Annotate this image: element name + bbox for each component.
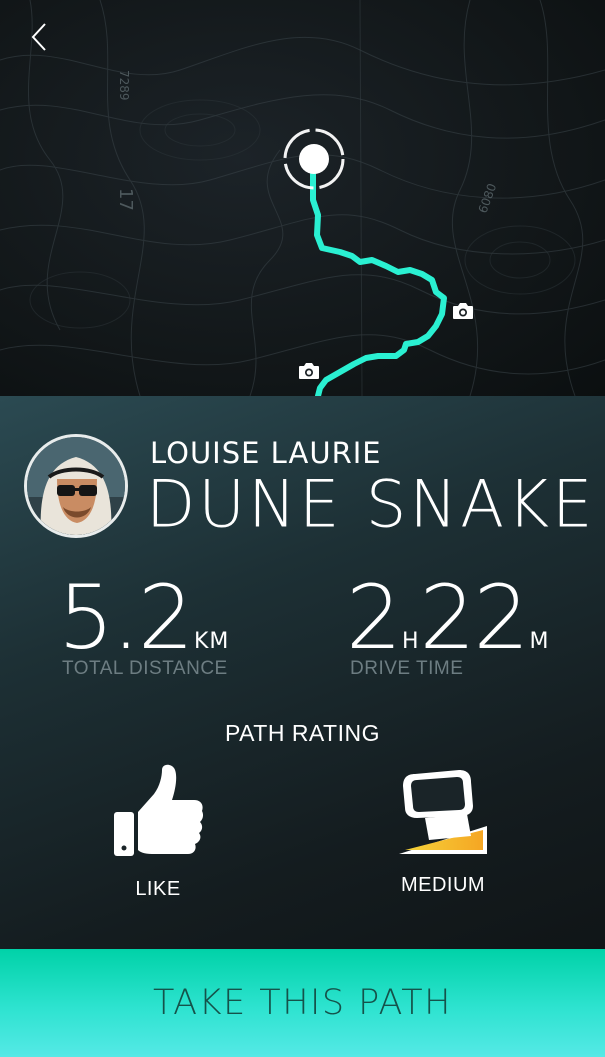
path-rating-heading: PATH RATING xyxy=(225,720,380,746)
difficulty-rating[interactable]: MEDIUM xyxy=(363,764,523,897)
drive-time-hours: 2 xyxy=(346,566,402,669)
difficulty-label: MEDIUM xyxy=(400,874,486,896)
distance-value: 5.2 xyxy=(58,566,194,669)
drive-time-hours-unit: H xyxy=(402,629,420,654)
distance-label: TOTAL DISTANCE xyxy=(62,658,228,679)
user-name: LOUISE LAURIE xyxy=(150,436,382,470)
photo-marker[interactable] xyxy=(452,302,474,320)
route-line xyxy=(310,157,447,396)
route-map[interactable]: 7289 17 6080 xyxy=(0,0,605,396)
drive-time-minutes-unit: M xyxy=(529,629,550,654)
thumbs-up-icon xyxy=(114,764,204,856)
drive-time-stat: 2 H 22 M DRIVE TIME xyxy=(346,574,550,680)
path-title: DUNE SNAKE xyxy=(146,467,596,543)
user-photo xyxy=(27,437,125,535)
like-rating[interactable]: LIKE xyxy=(78,764,238,901)
contour-label: 17 xyxy=(115,188,136,211)
distance-unit: KM xyxy=(193,629,230,654)
drive-time-minutes: 22 xyxy=(419,566,530,669)
path-details-panel: LOUISE LAURIE DUNE SNAKE 5.2 KM TOTAL DI… xyxy=(0,396,605,949)
back-button[interactable] xyxy=(30,22,64,58)
start-pin[interactable] xyxy=(281,126,347,192)
take-this-path-label: TAKE THIS PATH xyxy=(153,983,452,1023)
camera-icon xyxy=(453,303,473,319)
contour-label: 7289 xyxy=(117,70,131,101)
chevron-left-icon xyxy=(31,23,46,51)
difficulty-slope-icon xyxy=(399,770,487,854)
photo-marker[interactable] xyxy=(298,362,320,380)
camera-icon xyxy=(299,363,319,379)
location-pin-icon xyxy=(283,128,345,190)
avatar[interactable] xyxy=(24,434,128,538)
like-label: LIKE xyxy=(135,878,181,900)
take-this-path-button[interactable]: TAKE THIS PATH xyxy=(0,949,605,1057)
map-contours: 7289 17 6080 xyxy=(0,0,605,396)
distance-stat: 5.2 KM TOTAL DISTANCE xyxy=(58,574,229,680)
